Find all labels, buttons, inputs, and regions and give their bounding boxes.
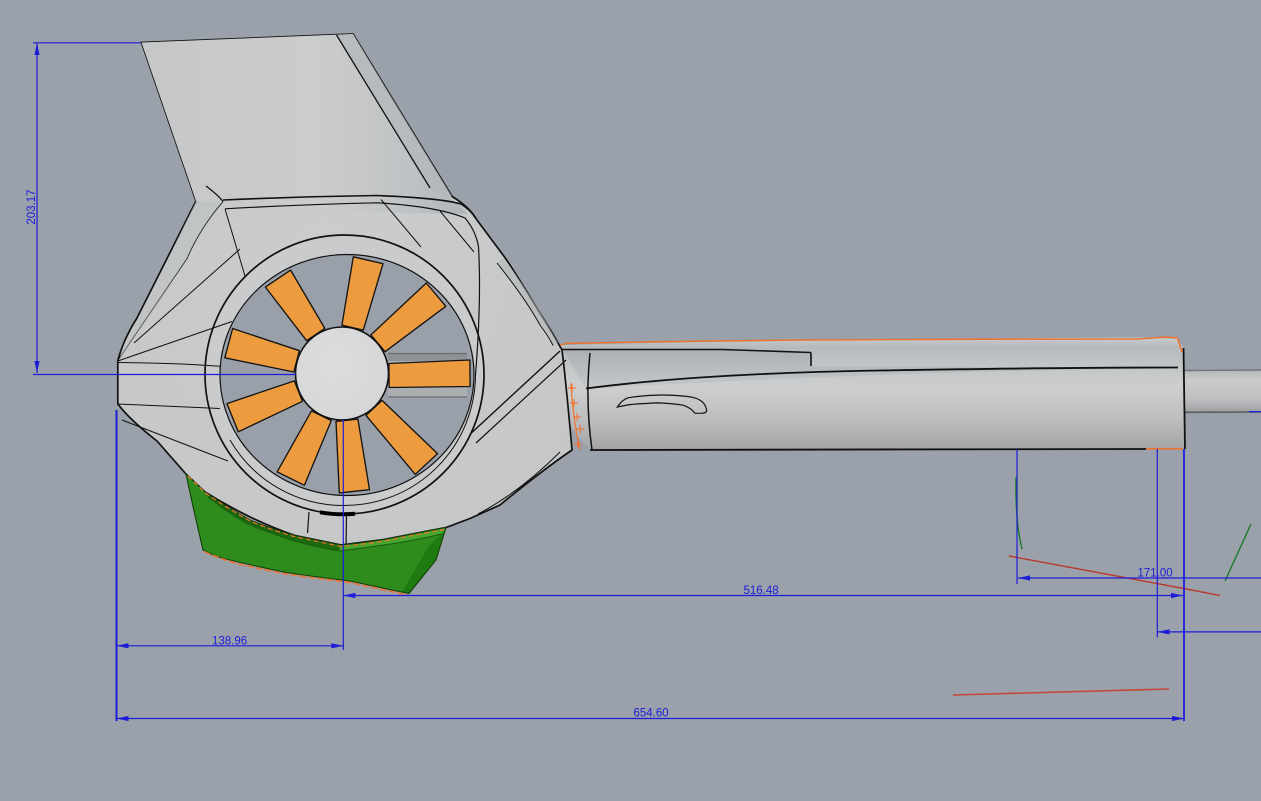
svg-text:171.00: 171.00	[1138, 568, 1173, 580]
svg-text:654.60: 654.60	[634, 707, 669, 719]
svg-text:203.17: 203.17	[26, 189, 38, 224]
svg-text:516.48: 516.48	[744, 585, 779, 597]
svg-text:138.96: 138.96	[212, 635, 247, 647]
